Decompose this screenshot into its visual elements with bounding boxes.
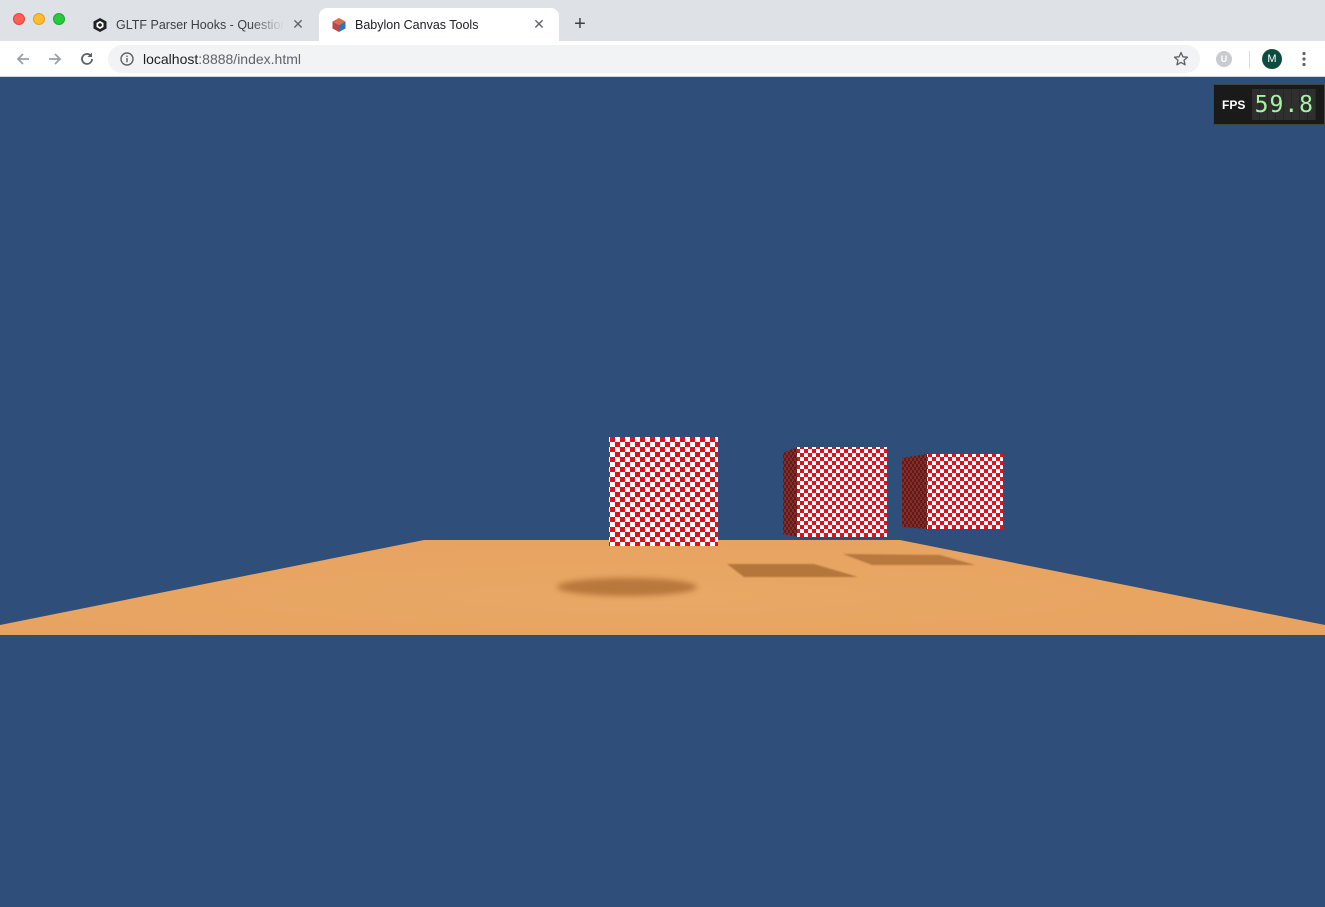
checker-cube-back <box>927 454 1003 529</box>
reload-icon <box>81 52 93 65</box>
fps-meter: FPS 59.8 <box>1213 84 1325 125</box>
info-icon[interactable] <box>119 51 135 67</box>
tab-title: Babylon Canvas Tools <box>355 17 479 32</box>
window-minimize-button[interactable] <box>33 13 45 25</box>
back-button[interactable] <box>11 47 35 71</box>
bookmark-star-icon[interactable] <box>1171 49 1191 69</box>
url-text[interactable]: localhost:8888/index.html <box>143 51 1171 67</box>
reload-button[interactable] <box>75 47 99 71</box>
fps-label: FPS <box>1222 97 1246 112</box>
render-canvas[interactable]: FPS 59.8 <box>0 77 1325 907</box>
url-path: :8888/index.html <box>198 51 301 67</box>
arrow-left-icon <box>16 53 29 65</box>
checker-cube-front <box>609 437 718 546</box>
fps-value: 59.8 <box>1252 89 1317 120</box>
url-host: localhost <box>143 51 199 67</box>
profile-avatar[interactable]: M <box>1262 49 1282 69</box>
browser-chrome: GLTF Parser Hooks - Questions ✕ Babylon … <box>0 0 1325 77</box>
tab-gltf-parser-hooks[interactable]: GLTF Parser Hooks - Questions ✕ <box>80 8 318 41</box>
new-tab-button[interactable]: + <box>568 12 592 36</box>
checker-cube-side <box>902 454 927 529</box>
close-icon[interactable]: ✕ <box>290 16 306 33</box>
scene-svg <box>0 437 1325 635</box>
address-bar[interactable]: localhost:8888/index.html <box>108 45 1200 73</box>
checker-cube-side <box>783 447 797 537</box>
close-icon[interactable]: ✕ <box>531 16 547 33</box>
toolbar-divider <box>1249 51 1250 68</box>
kebab-menu-icon[interactable] <box>1296 49 1312 69</box>
tab-babylon-canvas-tools[interactable]: Babylon Canvas Tools ✕ <box>319 8 559 41</box>
window-controls <box>13 13 65 25</box>
tab-title: GLTF Parser Hooks - Questions <box>116 17 284 32</box>
extension-icon[interactable]: U <box>1216 51 1232 67</box>
arrow-right-icon <box>49 53 62 65</box>
babylon-cube-icon <box>331 17 347 33</box>
forward-button[interactable] <box>43 47 67 71</box>
checker-cube-middle <box>797 447 887 537</box>
window-close-button[interactable] <box>13 13 25 25</box>
cube-shadow <box>557 578 697 596</box>
window-maximize-button[interactable] <box>53 13 65 25</box>
babylon-logo-icon <box>92 17 108 33</box>
browser-toolbar: localhost:8888/index.html U M <box>0 41 1325 77</box>
